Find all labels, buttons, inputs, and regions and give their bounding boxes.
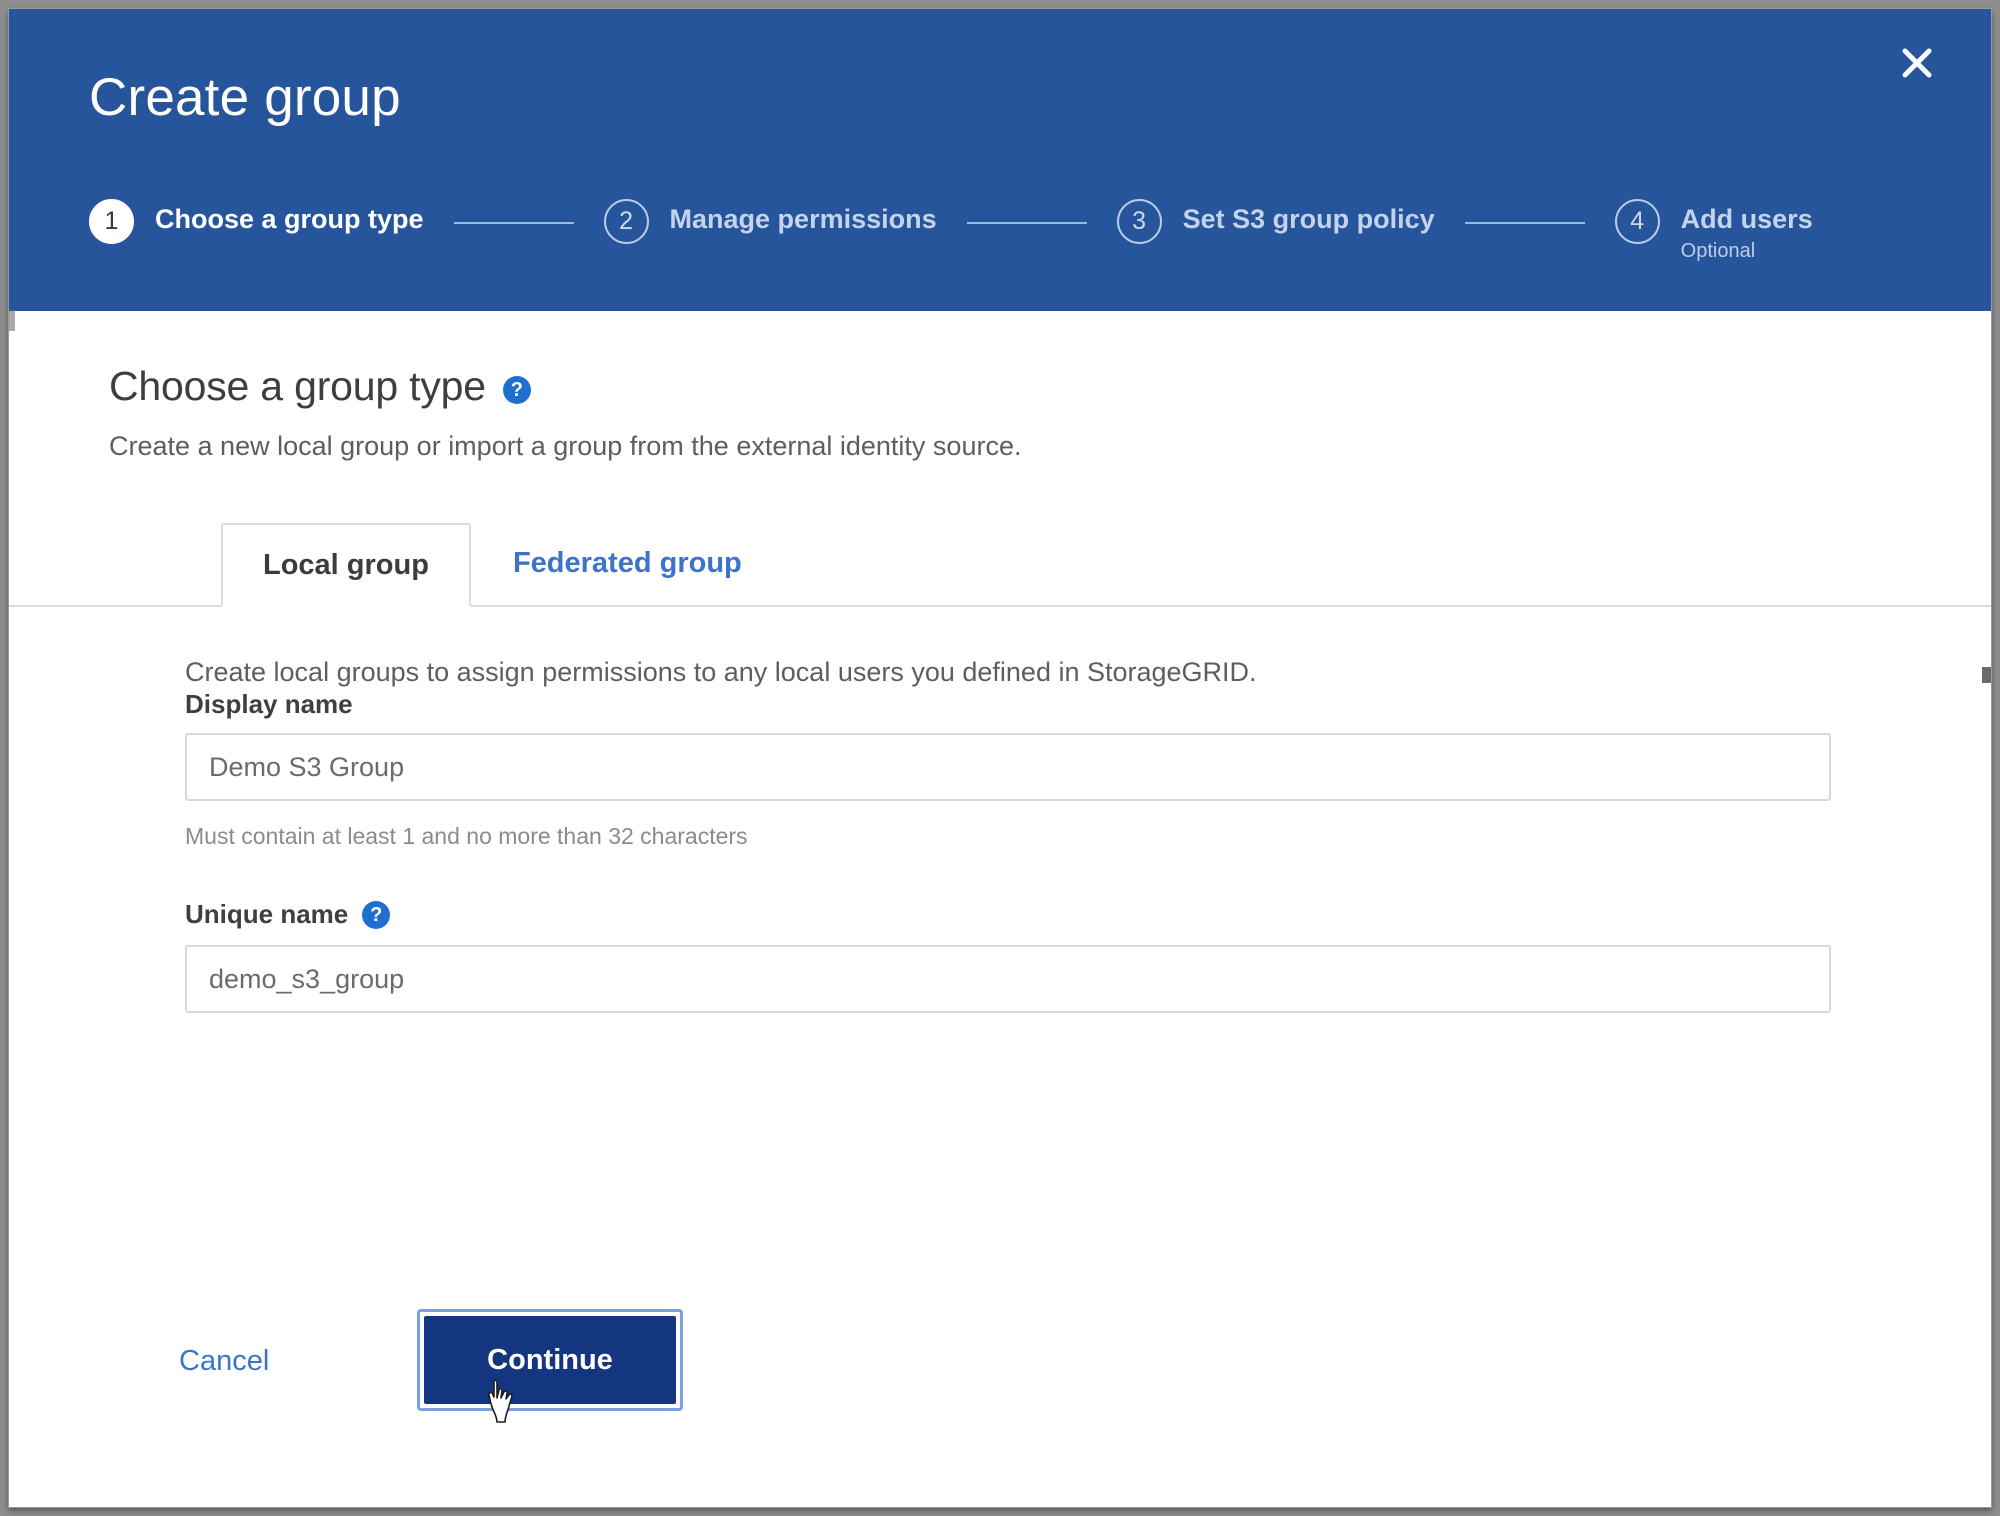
- stepper-step-1[interactable]: 1 Choose a group type: [89, 197, 424, 244]
- display-name-input[interactable]: [185, 733, 1831, 801]
- cancel-button[interactable]: Cancel: [173, 1335, 275, 1388]
- step-sublabel-4: Optional: [1680, 240, 1756, 262]
- step-number-4: 4: [1614, 199, 1660, 244]
- scrollbar-marker: [9, 309, 15, 331]
- stepper-connector-1: [453, 222, 574, 224]
- help-icon[interactable]: ?: [502, 375, 531, 404]
- dialog-footer: Cancel Continue: [9, 1267, 1991, 1507]
- page-title: Choose a group type: [109, 363, 486, 409]
- wizard-stepper: 1 Choose a group type 2 Manage permissio…: [89, 197, 1931, 262]
- scrollbar-thumb[interactable]: [1982, 667, 1991, 683]
- tab-federated-group-label: Federated group: [512, 546, 742, 579]
- group-type-tabs: Local group Federated group: [9, 523, 1991, 607]
- section-title-row: Choose a group type ?: [109, 363, 531, 410]
- unique-name-label-text: Unique name: [185, 899, 349, 929]
- step-label-1: Choose a group type: [155, 204, 424, 234]
- help-icon[interactable]: ?: [362, 900, 391, 929]
- stepper-step-2[interactable]: 2 Manage permissions: [603, 197, 937, 244]
- stepper-connector-3: [1464, 222, 1585, 224]
- step-number-3: 3: [1116, 199, 1162, 244]
- close-icon[interactable]: [1885, 31, 1949, 95]
- create-group-dialog: Create group 1 Choose a group type 2 Man…: [8, 8, 1992, 1508]
- tab-local-group[interactable]: Local group: [221, 523, 471, 607]
- dialog-header: Create group 1 Choose a group type 2 Man…: [9, 9, 1991, 311]
- stepper-connector-2: [966, 222, 1087, 224]
- display-name-label: Display name: [185, 689, 353, 720]
- continue-button-focus-ring: Continue: [417, 1309, 683, 1411]
- tab-description: Create local groups to assign permission…: [185, 657, 1257, 687]
- tab-local-group-label: Local group: [263, 548, 429, 581]
- step-label-2: Manage permissions: [669, 204, 937, 234]
- display-name-label-text: Display name: [185, 689, 353, 719]
- step-number-2: 2: [603, 199, 649, 244]
- step-label-3: Set S3 group policy: [1182, 204, 1435, 234]
- stepper-step-3[interactable]: 3 Set S3 group policy: [1116, 197, 1435, 244]
- dialog-body: Choose a group type ? Create a new local…: [9, 311, 1991, 1507]
- unique-name-label: Unique name ?: [185, 899, 391, 930]
- dialog-title: Create group: [89, 68, 401, 127]
- display-name-hint: Must contain at least 1 and no more than…: [185, 823, 748, 849]
- tab-federated-group[interactable]: Federated group: [471, 521, 784, 605]
- step-number-1: 1: [89, 199, 134, 244]
- continue-button[interactable]: Continue: [424, 1316, 676, 1404]
- step-label-4: Add users: [1680, 204, 1813, 234]
- unique-name-input[interactable]: [185, 945, 1831, 1013]
- section-description: Create a new local group or import a gro…: [109, 431, 1022, 461]
- stepper-step-4[interactable]: 4 Add users Optional: [1614, 197, 1813, 262]
